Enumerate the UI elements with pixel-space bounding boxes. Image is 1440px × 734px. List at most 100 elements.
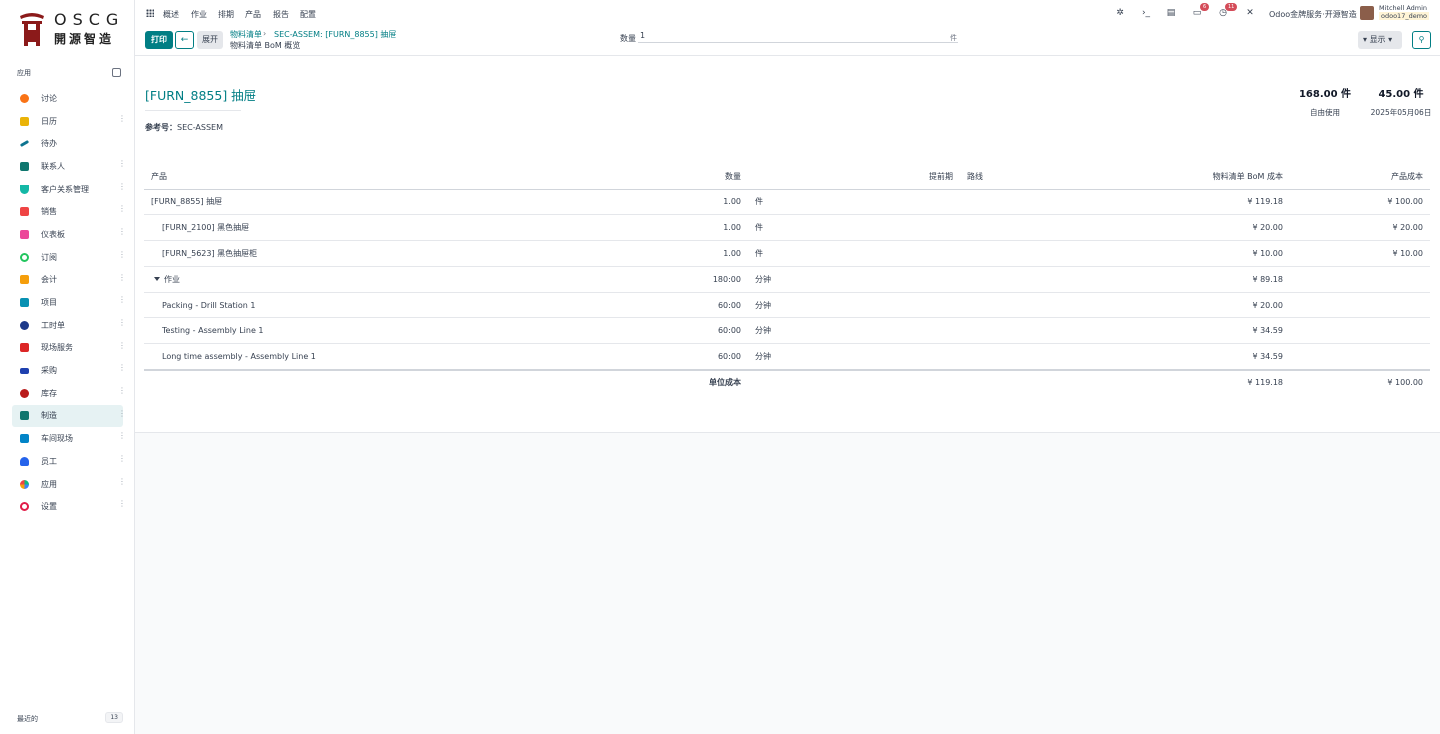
kpi-forecast-date: 2025年05月06日 [1370,108,1432,117]
sidebar-item-purchase[interactable]: 采购 ⋮ [12,359,126,382]
brand-name: OSCG [54,10,125,29]
component-link[interactable]: [FURN_2100] 黑色抽屉 [144,214,684,242]
display-options-button[interactable]: ▾ 显示 ▾ [1358,31,1402,49]
tools-icon[interactable]: ✕ [1245,8,1255,18]
sidebar-item-sales[interactable]: 销售 ⋮ [12,200,126,223]
more-icon[interactable]: ⋮ [118,386,126,394]
more-icon[interactable]: ⋮ [118,341,126,349]
sidebar-item-crm[interactable]: 客户关系管理 ⋮ [12,178,126,201]
sidebar-item-manufacturing[interactable]: 制造 ⋮ [12,404,126,428]
contacts-icon [20,161,29,171]
product-link[interactable]: [FURN_8855] 抽屉 [144,189,684,216]
qty-cell: 1.00 [684,214,748,242]
operation-link[interactable]: Long time assembly - Assembly Line 1 [144,343,684,371]
more-icon[interactable]: ⋮ [118,205,126,213]
accounting-icon [20,275,29,285]
sidebar-item-accounting[interactable]: 会计 ⋮ [12,269,126,292]
qty-cell: 60:00 [684,292,748,319]
product-cost-cell: ¥ 100.00 [1290,189,1430,216]
more-icon[interactable]: ⋮ [118,160,126,168]
brand-logo[interactable]: OSCG 開源智造 [18,8,118,48]
more-icon[interactable]: ⋮ [118,250,126,258]
more-icon[interactable]: ⋮ [118,296,126,304]
more-icon[interactable]: ⋮ [118,409,126,417]
sidebar-item-label: 客户关系管理 [41,184,89,194]
company-switcher[interactable]: Odoo金牌服务·开源智造 [1269,9,1357,20]
qty-cell: 60:00 [684,317,748,345]
arrow-left-icon: ← [180,35,189,45]
sidebar-item-discuss[interactable]: 讨论 [12,87,123,110]
sidebar-item-label: 待办 [41,139,57,149]
more-icon[interactable]: ⋮ [118,477,126,485]
more-icon[interactable]: ⋮ [118,318,126,326]
recent-section[interactable]: 最近的 13 [17,712,123,724]
sidebar-item-contacts[interactable]: 联系人 ⋮ [12,155,126,178]
debug-bug-icon[interactable]: ✲ [1115,8,1125,18]
sidebar-item-settings[interactable]: 设置 ⋮ [12,495,126,518]
expand-button[interactable]: 展开 [197,31,223,49]
operations-group-row[interactable]: 作业 180:00 分钟 ¥ 89.18 [144,266,1430,293]
sidebar-item-apps[interactable]: 应用 ⋮ [12,473,126,496]
sidebar-item-inventory[interactable]: 库存 ⋮ [12,382,126,405]
app-grid-icon[interactable] [146,9,154,17]
user-avatar[interactable] [1360,6,1374,20]
more-icon[interactable]: ⋮ [118,182,126,190]
operations-label: 作业 [164,274,180,284]
report-title[interactable]: [FURN_8855] 抽屉 [145,85,256,104]
terminal-icon[interactable]: ›_ [1141,8,1151,18]
component-link[interactable]: [FURN_5623] 黑色抽屉柜 [144,240,684,267]
sidebar-item-project[interactable]: 项目 ⋮ [12,291,126,314]
user-name: Mitchell Admin [1379,4,1428,12]
print-button[interactable]: 打印 [145,31,173,49]
user-menu[interactable]: Mitchell Admin odoo17_demo [1379,4,1430,20]
inventory-icon [20,388,29,398]
sidebar-item-dashboards[interactable]: 仪表板 ⋮ [12,223,126,246]
sidebar-item-timesheets[interactable]: 工时单 ⋮ [12,314,126,337]
nav-products[interactable]: 产品 [245,9,261,20]
bom-table: 产品 数量 提前期 路线 物料清单 BoM 成本 产品成本 [FURN_8855… [144,165,1430,395]
unit-cost-label: 单位成本 [709,378,741,388]
kpi-free-label: 自由使用 [1310,108,1340,117]
product-cost-cell: ¥ 10.00 [1290,240,1430,267]
operation-link[interactable]: Testing - Assembly Line 1 [144,317,684,345]
panel-icon[interactable]: ▤ [1166,8,1176,18]
breadcrumb-parent[interactable]: 物料清单 [230,29,262,40]
more-icon[interactable]: ⋮ [118,455,126,463]
table-row: Long time assembly - Assembly Line 1 60:… [144,343,1430,371]
field-service-icon [20,343,29,353]
col-product-cost: 产品成本 [1290,165,1430,190]
sidebar-item-field-service[interactable]: 现场服务 ⋮ [12,337,126,360]
magnify-icon: ⚲ [1418,35,1425,44]
sidebar-item-calendar[interactable]: 日历 ⋮ [12,110,126,133]
sidebar-item-todo[interactable]: 待办 [12,132,123,155]
more-icon[interactable]: ⋮ [118,228,126,236]
more-icon[interactable]: ⋮ [118,114,126,122]
sidebar-item-shop-floor[interactable]: 车间现场 ⋮ [12,427,126,450]
torii-logo-icon [20,13,44,46]
sidebar-item-label: 采购 [41,366,57,376]
nav-reporting[interactable]: 报告 [273,9,289,20]
quantity-input[interactable]: 1 [638,31,958,43]
more-icon[interactable]: ⋮ [118,500,126,508]
back-button[interactable]: ← [175,31,194,49]
search-variant-button[interactable]: ⚲ [1412,31,1431,49]
more-icon[interactable]: ⋮ [118,364,126,372]
nav-operations[interactable]: 作业 [191,9,207,20]
nav-configuration[interactable]: 配置 [300,9,316,20]
operation-link[interactable]: Packing - Drill Station 1 [144,292,684,319]
pin-sidebar-icon[interactable] [112,68,121,77]
breadcrumb-current[interactable]: SEC-ASSEM: [FURN_8855] 抽屉 [274,29,396,40]
sidebar-item-label: 设置 [41,502,57,512]
sidebar-item-employees[interactable]: 员工 ⋮ [12,450,126,473]
caret-down-icon[interactable] [154,277,160,282]
dashboard-icon [20,229,29,239]
sidebar-item-subscriptions[interactable]: 订阅 ⋮ [12,246,126,269]
sidebar-item-label: 仪表板 [41,229,65,239]
uom-cell: 件 [748,240,812,267]
bom-cost-cell: ¥ 89.18 [1060,266,1290,293]
more-icon[interactable]: ⋮ [118,273,126,281]
more-icon[interactable]: ⋮ [118,432,126,440]
reference: 参考号：SEC-ASSEM [145,122,223,133]
nav-overview[interactable]: 概述 [163,9,179,20]
nav-planning[interactable]: 排期 [218,9,234,20]
